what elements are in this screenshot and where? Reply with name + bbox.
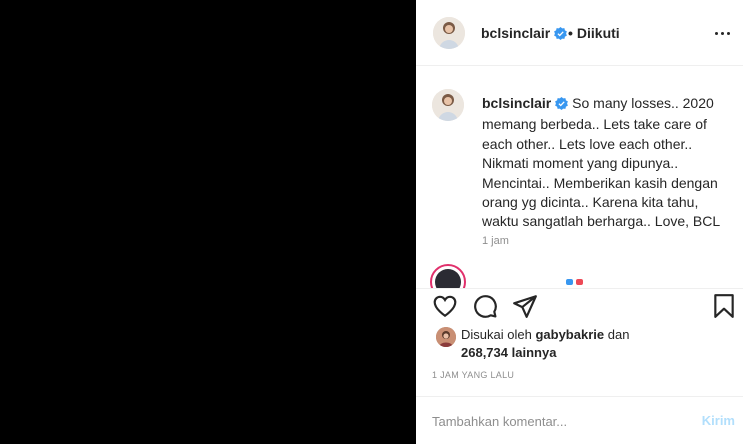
liked-by-line: Disukai oleh gabybakrie dan (461, 327, 629, 342)
follow-status-label[interactable]: Diikuti (577, 25, 620, 41)
commenter-name-partial (566, 272, 596, 285)
verified-badge-icon (554, 27, 568, 43)
caption-time[interactable]: 1 jam (482, 235, 509, 247)
likes-others[interactable]: lainnya (512, 345, 557, 360)
separator-dot: • (568, 25, 573, 41)
posted-time[interactable]: 1 JAM YANG LALU (432, 370, 514, 380)
likes-count[interactable]: 268,734 (461, 345, 508, 360)
comment-icon[interactable] (472, 293, 498, 319)
liker-avatar[interactable] (436, 327, 456, 347)
likes-summary: Disukai oleh gabybakrie dan 268,734 lain… (432, 325, 732, 361)
post-header: bclsinclair • Diikuti (416, 0, 743, 66)
liked-by-and: dan (607, 327, 630, 342)
caption-text: bclsinclair So many losses.. 2020 memang… (482, 94, 732, 232)
likes-count-link[interactable]: 268,734 lainnya (461, 345, 556, 360)
caption-body: So many losses.. 2020 memang berbeda.. L… (482, 95, 721, 230)
share-icon[interactable] (512, 293, 538, 319)
verified-badge-icon (555, 96, 569, 115)
comments-section: bclsinclair So many losses.. 2020 memang… (416, 67, 743, 288)
author-username[interactable]: bclsinclair (481, 25, 568, 43)
post-side-panel: bclsinclair • Diikuti bclsinclair So many… (416, 0, 743, 444)
add-comment-bar: Kirim (416, 396, 743, 444)
liker-username[interactable]: gabybakrie (535, 327, 604, 342)
bookmark-icon[interactable] (711, 293, 737, 319)
author-avatar[interactable] (433, 17, 465, 49)
post-media[interactable] (0, 0, 416, 444)
follow-status[interactable]: • Diikuti (568, 25, 620, 41)
comment-input[interactable] (432, 411, 672, 431)
heart-icon[interactable] (432, 293, 458, 319)
commenter-avatar[interactable] (430, 264, 466, 288)
caption-author-avatar[interactable] (432, 89, 464, 121)
author-username-text[interactable]: bclsinclair (481, 25, 550, 41)
more-options-icon[interactable] (710, 22, 734, 44)
caption-username[interactable]: bclsinclair (482, 95, 551, 111)
post-comment-button[interactable]: Kirim (702, 413, 735, 428)
action-bar (416, 288, 743, 322)
liked-by-prefix: Disukai oleh (461, 327, 532, 342)
